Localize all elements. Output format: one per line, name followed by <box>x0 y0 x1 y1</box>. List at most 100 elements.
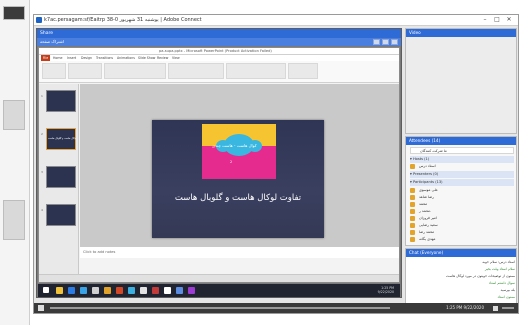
shared-screen-taskbar: 1:25 PM 9/22/2020 <box>38 284 400 297</box>
chat-message: بله بپرسید <box>500 288 515 292</box>
chat-message: استاد درس: سلام خوبه <box>482 260 515 264</box>
attendee-name: مهدی یگانه <box>419 237 436 241</box>
powerpoint-icon[interactable] <box>116 287 123 294</box>
attendee-row[interactable]: علی موسوی <box>410 187 514 194</box>
chat-message: سوال داشتم استاد <box>488 281 515 285</box>
minimize-button[interactable]: – <box>480 16 490 24</box>
powerpoint-titlebar: pa-supa.pptx - Microsoft PowerPoint (Pro… <box>39 48 399 55</box>
font-group[interactable] <box>104 63 166 79</box>
hosts-group[interactable]: ▾ Hosts (1) <box>410 156 514 163</box>
slide-thumbnail-selected[interactable]: تفاوت لوکال هاست و گلوبال هاست <box>46 128 76 150</box>
tab-design[interactable]: Design <box>81 56 92 60</box>
store-icon[interactable] <box>80 287 87 294</box>
tab-review[interactable]: Review <box>157 56 168 60</box>
screen: k7ac.persagam:sf/Eaitrp 38-0 یوشنبه 31 ش… <box>0 0 526 325</box>
share-pod-title: Share <box>40 31 53 36</box>
taskbar-date: 9/22/2020 <box>377 290 394 294</box>
volume-icon[interactable] <box>493 306 498 311</box>
chat-pod-title: Chat (Everyone) <box>409 250 444 255</box>
attendee-name: محمد رضا <box>419 230 435 234</box>
share-pod-toolbar: اشتراک صفحه <box>37 38 401 46</box>
attendees-view-label: ما شرکت کنندگان <box>420 149 447 153</box>
attendees-view-selector[interactable]: ما شرکت کنندگان <box>410 147 514 154</box>
powerpoint-statusbar <box>39 274 399 282</box>
attendee-row[interactable]: سعید رضایی <box>410 222 514 229</box>
playback-bar: 1:25 PM 9/22/2020 <box>34 303 518 313</box>
volume-slider[interactable] <box>502 307 514 309</box>
chat-message: ممنون از توضیحات خوبتون در مورد لوکال ها… <box>446 274 515 278</box>
slide-thumbnail[interactable] <box>46 204 76 226</box>
attendee-row[interactable]: مهدی یگانه <box>410 236 514 243</box>
app-icon <box>36 17 42 23</box>
editing-group[interactable] <box>288 63 318 79</box>
tab-home[interactable]: Home <box>53 56 62 60</box>
current-slide[interactable]: کوال هاست - هاست چندی 2 تفاوت لوکال هاست… <box>152 120 324 238</box>
mail-icon[interactable] <box>92 287 99 294</box>
app-icon[interactable] <box>164 287 171 294</box>
thumbnail-text: تفاوت لوکال هاست و گلوبال هاست <box>48 137 76 140</box>
tab-transitions[interactable]: Transitions <box>96 56 113 60</box>
attendee-row[interactable]: رضا شاهد <box>410 194 514 201</box>
attendee-row[interactable]: استاد درس <box>410 163 514 170</box>
chat-message: ممنون استاد <box>497 295 515 299</box>
slides-group[interactable] <box>68 63 102 79</box>
pod-menu-button[interactable] <box>391 39 398 45</box>
attendee-name: سعید رضایی <box>419 223 438 227</box>
taskbar-clock: 1:25 PM 9/22/2020 <box>378 286 394 294</box>
app-icon[interactable] <box>152 287 159 294</box>
close-button[interactable]: ✕ <box>504 16 514 24</box>
background-panel <box>3 200 25 240</box>
slide-thumbnail[interactable] <box>46 166 76 188</box>
sync-button[interactable] <box>382 39 389 45</box>
playback-timeline[interactable] <box>50 307 390 309</box>
tab-view[interactable]: View <box>172 56 180 60</box>
attendee-name: رضا شاهد <box>419 195 434 199</box>
background-thumbnail <box>3 6 25 20</box>
attendee-name: محمد <box>419 202 428 206</box>
app-icon[interactable] <box>176 287 183 294</box>
start-icon[interactable] <box>43 287 49 293</box>
attendees-pod-title: Attendees (14) <box>409 138 441 143</box>
tab-insert[interactable]: Insert <box>67 56 76 60</box>
attendee-row[interactable]: محمد ر. <box>410 208 514 215</box>
app-icon[interactable] <box>128 287 135 294</box>
chat-message: سلام استاد وقت بخیر <box>484 267 515 271</box>
user-icon <box>410 237 415 242</box>
attendee-row[interactable]: محمد <box>410 201 514 208</box>
maximize-button[interactable]: □ <box>492 16 502 24</box>
slide-picture[interactable]: کوال هاست - هاست چندی 2 <box>202 124 276 179</box>
tab-animations[interactable]: Animations <box>117 56 135 60</box>
slide-number: 1 <box>41 94 43 98</box>
share-pod: Share اشتراک صفحه pa-supa.pptx - Microso… <box>36 28 402 298</box>
clipboard-group[interactable] <box>42 63 66 79</box>
participants-group-label: ▾ Participants (13) <box>410 180 443 184</box>
slide-number: 2 <box>41 132 43 136</box>
browser-icon[interactable] <box>68 287 75 294</box>
presenters-group[interactable]: ▾ Presenters (0) <box>410 171 514 178</box>
slide-thumbnails-pane: 1 2 تفاوت لوکال هاست و گلوبال هاست 3 4 <box>39 84 79 274</box>
tab-slide-show[interactable]: Slide Show <box>138 56 155 60</box>
user-icon <box>410 230 415 235</box>
attendee-row[interactable]: محمد رضا <box>410 229 514 236</box>
user-icon <box>410 164 415 169</box>
notes-pane[interactable]: Click to add notes <box>80 246 399 258</box>
play-icon[interactable] <box>38 305 44 311</box>
playback-time: 1:25 PM 9/22/2020 <box>446 305 484 310</box>
paragraph-group[interactable] <box>168 63 224 79</box>
attendee-row[interactable]: امیر فروزان <box>410 215 514 222</box>
folder-icon[interactable] <box>104 287 111 294</box>
slide-title[interactable]: تفاوت لوکال هاست و گلوبال هاست <box>166 193 310 203</box>
participants-group[interactable]: ▾ Participants (13) <box>410 179 514 186</box>
drawing-group[interactable] <box>226 63 286 79</box>
attendee-name: محمد ر. <box>419 209 432 213</box>
video-pod-title: Video <box>409 30 421 35</box>
ribbon <box>39 61 399 83</box>
slide-thumbnail[interactable] <box>46 90 76 112</box>
file-explorer-icon[interactable] <box>56 287 63 294</box>
user-icon <box>410 223 415 228</box>
app-icon[interactable] <box>140 287 147 294</box>
picture-text: کوال هاست - هاست چندی <box>212 143 257 148</box>
fullscreen-button[interactable] <box>373 39 380 45</box>
user-icon <box>410 195 415 200</box>
app-icon[interactable] <box>188 287 195 294</box>
